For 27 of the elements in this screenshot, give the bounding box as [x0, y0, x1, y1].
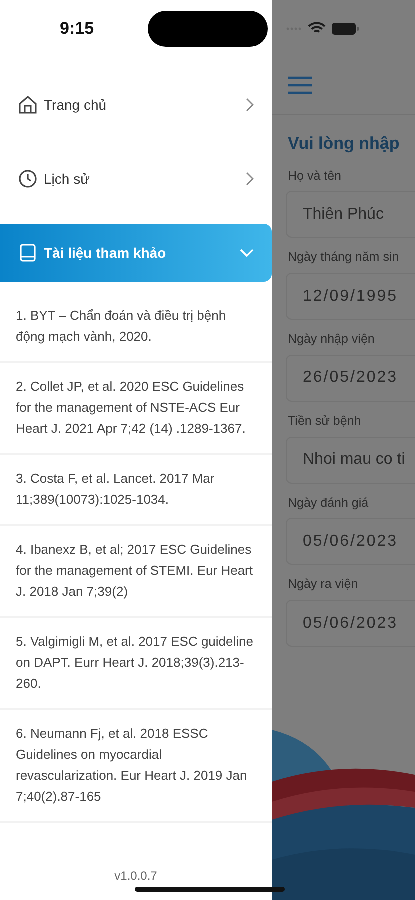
book-icon: [18, 243, 38, 263]
input-field[interactable]: 05/06/2023: [286, 600, 415, 647]
form-title: Vui lòng nhập: [288, 133, 401, 155]
field-label: Tiền sử bệnh: [288, 412, 362, 430]
field-label: Ngày đánh giá: [288, 494, 370, 512]
menu-icon[interactable]: [288, 76, 312, 95]
menu-item[interactable]: Tài liệu tham khảo: [0, 224, 272, 282]
menu-item[interactable]: Lịch sử: [0, 150, 272, 208]
chevron-down-icon: [240, 249, 254, 257]
version-text: v1.0.0.7: [114, 869, 158, 883]
chevron-right-icon: [246, 98, 254, 112]
status-time: 9:15: [60, 18, 94, 40]
input-field[interactable]: 05/06/2023: [286, 518, 415, 566]
input-field[interactable]: 12/09/1995: [286, 273, 415, 320]
home-icon: [18, 95, 38, 115]
field-label: Ngày ra viện: [288, 576, 360, 594]
input-field[interactable]: Nhoi mau co ti: [286, 436, 415, 484]
battery-icon: [332, 22, 359, 34]
field-label: Ngày nhập viện: [288, 331, 376, 348]
menu-item[interactable]: Trang chủ: [0, 76, 272, 134]
input-field[interactable]: Thiên Phúc: [286, 191, 415, 238]
field-label: Ngày tháng năm sin: [288, 249, 400, 266]
wifi-icon: [308, 22, 326, 35]
input-field[interactable]: 26/05/2023: [286, 354, 415, 402]
clock-icon: [18, 169, 38, 189]
chevron-right-icon: [246, 172, 254, 186]
field-label: Họ và tên: [288, 168, 343, 184]
